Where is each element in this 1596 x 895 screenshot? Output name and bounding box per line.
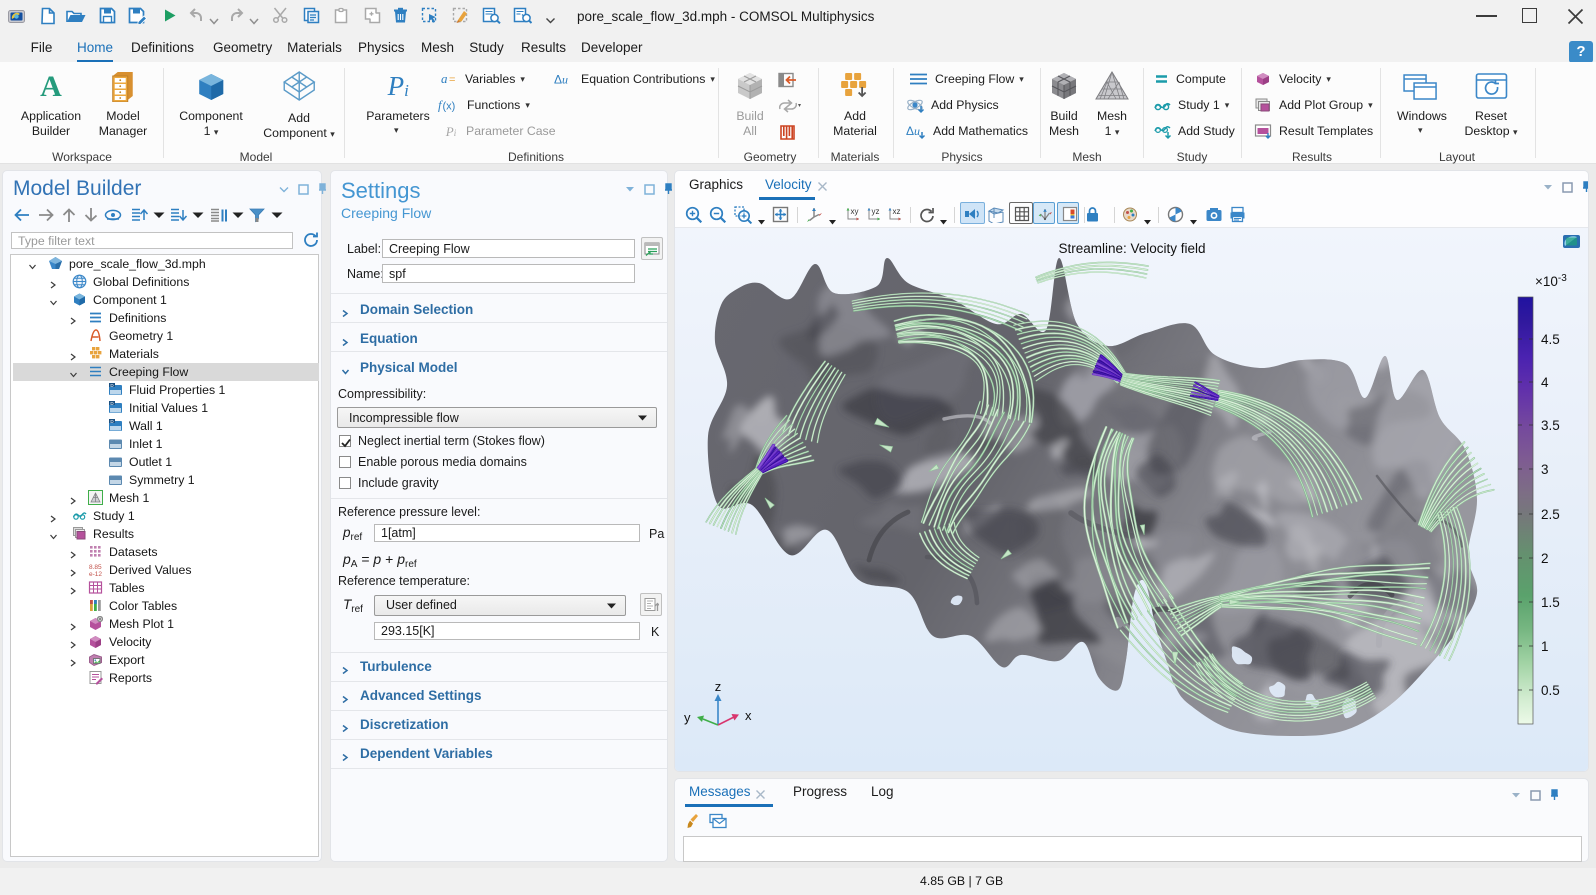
- svg-text:e-12: e-12: [89, 571, 102, 577]
- svg-text:A: A: [40, 70, 62, 102]
- svg-text:a: a: [441, 71, 448, 86]
- svg-text:3: 3: [1541, 462, 1549, 477]
- svg-text:x: x: [745, 708, 752, 723]
- svg-text:yz: yz: [872, 207, 880, 216]
- svg-text:Δu: Δu: [554, 73, 568, 87]
- svg-text:2: 2: [1541, 551, 1549, 566]
- svg-text:xy: xy: [851, 207, 859, 216]
- svg-text:Pi: Pi: [386, 71, 409, 101]
- svg-text:z: z: [715, 679, 722, 694]
- svg-text:Δu: Δu: [906, 124, 920, 138]
- svg-text:4: 4: [1541, 375, 1549, 390]
- svg-text:8.85: 8.85: [89, 564, 102, 571]
- svg-text:×10-3: ×10-3: [1535, 273, 1567, 289]
- svg-text:0.5: 0.5: [1541, 683, 1560, 698]
- svg-text:4.5: 4.5: [1541, 332, 1560, 347]
- svg-text:Streamline: Velocity field: Streamline: Velocity field: [1058, 241, 1205, 256]
- svg-text:1.5: 1.5: [1541, 595, 1560, 610]
- svg-text:=: =: [449, 74, 455, 86]
- svg-text:3.5: 3.5: [1541, 418, 1560, 433]
- svg-text:y: y: [684, 710, 691, 725]
- svg-text:xz: xz: [893, 207, 901, 216]
- svg-text:(x): (x): [443, 101, 456, 113]
- svg-text:1: 1: [1541, 639, 1549, 654]
- svg-text:2.5: 2.5: [1541, 507, 1560, 522]
- svg-text:Pi: Pi: [445, 124, 457, 139]
